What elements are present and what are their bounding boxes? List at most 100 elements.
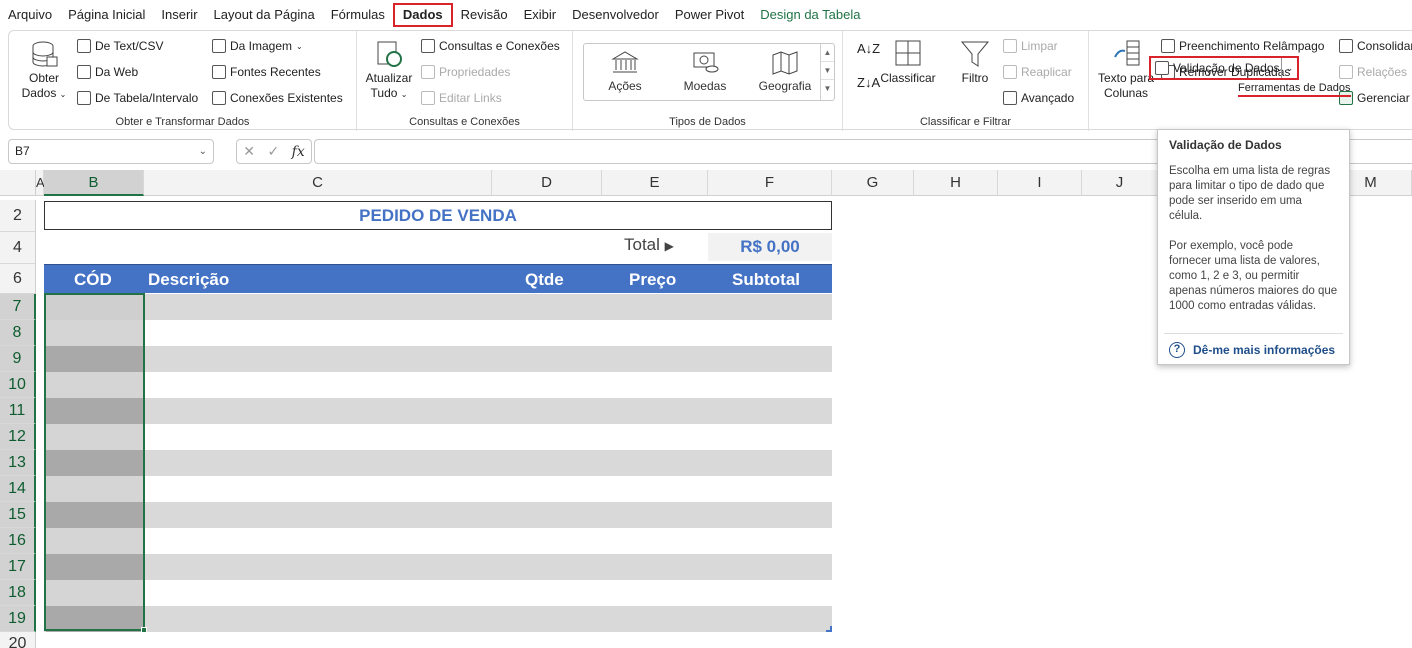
column-header-g[interactable]: G [832, 170, 914, 196]
consolidar-button[interactable]: Consolidar [1339, 39, 1412, 53]
table-resize-handle[interactable] [826, 626, 832, 632]
avancado-button[interactable]: Avançado [1003, 91, 1074, 105]
table-row[interactable] [44, 424, 832, 450]
edit-links-icon [421, 91, 435, 105]
column-header-a[interactable]: A [36, 170, 45, 196]
total-label[interactable]: Total ▶ [624, 235, 674, 255]
editar-links-button[interactable]: Editar Links [421, 91, 502, 105]
sort-za-button[interactable]: Z↓A [857, 75, 880, 90]
header-cod[interactable]: CÓD [74, 270, 112, 290]
row-header-17[interactable]: 17 [0, 554, 36, 580]
table-row[interactable] [44, 294, 832, 320]
row-header-7[interactable]: 7 [0, 294, 36, 320]
propriedades-button[interactable]: Propriedades [421, 65, 510, 79]
column-header-d[interactable]: D [492, 170, 602, 196]
table-row[interactable] [44, 320, 832, 346]
relacoes-button[interactable]: Relações [1339, 65, 1407, 79]
conexoes-existentes-button[interactable]: Conexões Existentes [212, 91, 343, 105]
column-header-i[interactable]: I [998, 170, 1082, 196]
tab-exibir[interactable]: Exibir [516, 3, 565, 27]
sheet-title[interactable]: PEDIDO DE VENDA [44, 201, 832, 230]
column-header-h[interactable]: H [914, 170, 998, 196]
tab-arquivo[interactable]: Arquivo [0, 3, 60, 27]
obter-dados-button[interactable]: Obter Dados ⌄ [15, 39, 73, 102]
tab-desenvolvedor[interactable]: Desenvolvedor [564, 3, 667, 27]
cancel-icon[interactable]: ✕ [243, 143, 255, 160]
header-qtde[interactable]: Qtde [525, 270, 564, 290]
total-value[interactable]: R$ 0,00 [708, 233, 832, 261]
limpar-button[interactable]: Limpar [1003, 39, 1058, 53]
row-header-12[interactable]: 12 [0, 424, 36, 450]
table-row[interactable] [44, 398, 832, 424]
tab-power-pivot[interactable]: Power Pivot [667, 3, 752, 27]
row-header-20[interactable]: 20 [0, 632, 36, 648]
row-header-10[interactable]: 10 [0, 372, 36, 398]
row-header-15[interactable]: 15 [0, 502, 36, 528]
chevron-down-icon[interactable]: ⌄ [1281, 58, 1297, 78]
tab-revisao[interactable]: Revisão [453, 3, 516, 27]
row-header-2[interactable]: 2 [0, 200, 36, 232]
fill-handle[interactable] [141, 627, 147, 633]
tab-layout-da-pagina[interactable]: Layout da Página [206, 3, 323, 27]
column-header-e[interactable]: E [602, 170, 708, 196]
more-icon[interactable]: ▼ [821, 80, 834, 98]
tooltip-help-link[interactable]: ? Dê-me mais informações [1169, 342, 1335, 358]
insert-function-icon[interactable]: fx [292, 144, 305, 160]
row-header-18[interactable]: 18 [0, 580, 36, 606]
table-row[interactable] [44, 450, 832, 476]
column-header-b[interactable]: B [44, 170, 144, 196]
row-header-14[interactable]: 14 [0, 476, 36, 502]
table-row[interactable] [44, 606, 832, 632]
tab-formulas[interactable]: Fórmulas [323, 3, 393, 27]
atualizar-tudo-button[interactable]: Atualizar Tudo ⌄ [363, 39, 415, 102]
tab-pagina-inicial[interactable]: Página Inicial [60, 3, 153, 27]
table-row[interactable] [44, 372, 832, 398]
filtro-button[interactable]: Filtro [953, 39, 997, 86]
table-row[interactable] [44, 528, 832, 554]
preenchimento-relampago-button[interactable]: Preenchimento Relâmpago [1161, 39, 1324, 53]
table-row[interactable] [44, 476, 832, 502]
chevron-down-icon[interactable]: ⌄ [199, 140, 207, 163]
column-header-j[interactable]: J [1082, 170, 1158, 196]
row-header-9[interactable]: 9 [0, 346, 36, 372]
row-header-6[interactable]: 6 [0, 264, 36, 294]
row-header-13[interactable]: 13 [0, 450, 36, 476]
table-row[interactable] [44, 346, 832, 372]
name-box[interactable]: B7 ⌄ [8, 139, 214, 164]
chevron-down-icon[interactable]: ▼ [821, 62, 834, 80]
de-text-csv-button[interactable]: De Text/CSV [77, 39, 163, 53]
da-imagem-button[interactable]: Da Imagem ⌄ [212, 39, 303, 53]
tab-design-da-tabela[interactable]: Design da Tabela [752, 3, 868, 27]
tab-inserir[interactable]: Inserir [153, 3, 205, 27]
menu-bar: Arquivo Página Inicial Inserir Layout da… [0, 0, 1412, 30]
fontes-recentes-button[interactable]: Fontes Recentes [212, 65, 321, 79]
validacao-de-dados-button[interactable]: Validação de Dados ⌄ [1149, 56, 1299, 80]
row-header-8[interactable]: 8 [0, 320, 36, 346]
reaplicar-button[interactable]: Reaplicar [1003, 65, 1072, 79]
table-row[interactable] [44, 502, 832, 528]
table-row[interactable] [44, 580, 832, 606]
check-icon[interactable]: ✓ [267, 143, 279, 160]
moedas-button[interactable]: Moedas [670, 50, 740, 93]
de-tabela-intervalo-button[interactable]: De Tabela/Intervalo [77, 91, 198, 105]
consultas-conexoes-button[interactable]: Consultas e Conexões [421, 39, 560, 53]
chevron-up-icon[interactable]: ▲ [821, 44, 834, 62]
row-header-19[interactable]: 19 [0, 606, 36, 632]
table-row[interactable] [44, 554, 832, 580]
acoes-button[interactable]: Ações [590, 50, 660, 93]
da-web-button[interactable]: Da Web [77, 65, 138, 79]
column-header-f[interactable]: F [708, 170, 832, 196]
row-header-11[interactable]: 11 [0, 398, 36, 424]
column-header-c[interactable]: C [144, 170, 492, 196]
gallery-scroll[interactable]: ▲ ▼ ▼ [820, 44, 834, 100]
row-header-4[interactable]: 4 [0, 232, 36, 264]
sort-az-button[interactable]: A↓Z [857, 41, 880, 56]
geografia-button[interactable]: Geografia [750, 50, 820, 93]
header-preco[interactable]: Preço [629, 270, 676, 290]
header-subtotal[interactable]: Subtotal [732, 270, 800, 290]
header-descricao[interactable]: Descrição [148, 270, 229, 290]
row-header-16[interactable]: 16 [0, 528, 36, 554]
tab-dados[interactable]: Dados [392, 3, 453, 27]
select-all-corner[interactable] [0, 170, 36, 196]
classificar-button[interactable]: Classificar [879, 39, 937, 86]
